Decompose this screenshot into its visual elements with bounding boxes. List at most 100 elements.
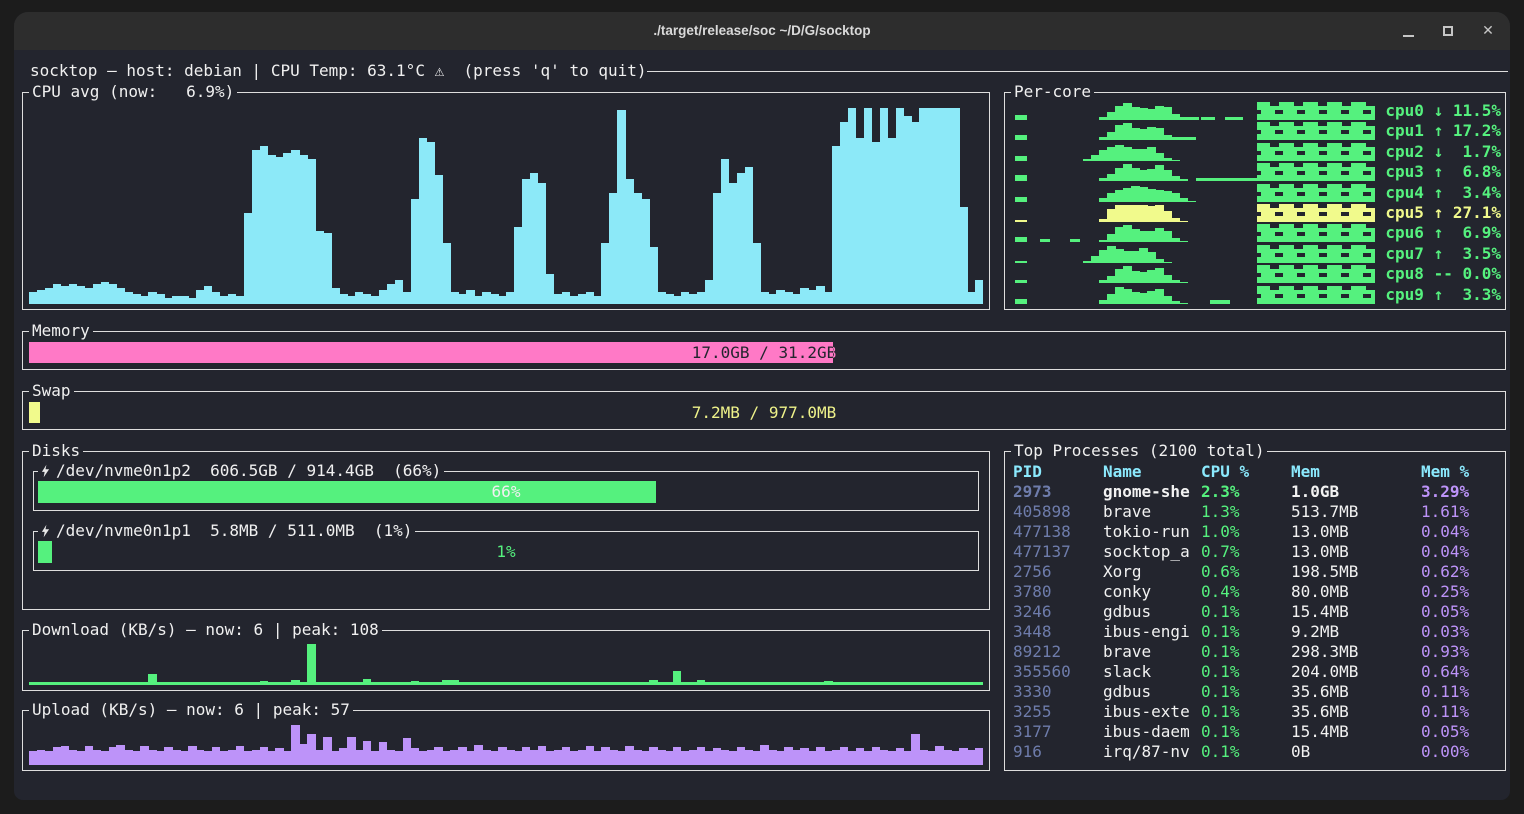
process-cell: 3448: [1013, 622, 1103, 642]
core-sparkline: [1011, 203, 1379, 223]
process-cell: 3780: [1013, 582, 1103, 602]
disk-gauge-label: 66%: [38, 481, 974, 503]
column-header: Mem %: [1421, 462, 1503, 482]
process-cell: 35.6MB: [1291, 702, 1421, 722]
core-sparkline: [1011, 142, 1379, 162]
process-cell: 89212: [1013, 642, 1103, 662]
process-cell: 3330: [1013, 682, 1103, 702]
process-cell: ibus-engi: [1103, 622, 1201, 642]
process-cell: socktop_a: [1103, 542, 1201, 562]
disk-item-label: /dev/nvme0n1p2 606.5GB / 914.4GB (66%): [56, 461, 441, 481]
core-label-cpu7: cpu7 ↑ 3.5%: [1379, 244, 1501, 264]
process-cell: 204.0MB: [1291, 662, 1421, 682]
process-cell: 477137: [1013, 542, 1103, 562]
disk-gauge: 1%: [38, 541, 974, 563]
process-cell: 13.0MB: [1291, 542, 1421, 562]
maximize-button[interactable]: [1440, 23, 1456, 39]
swap-gauge-label: 7.2MB / 977.0MB: [29, 402, 1499, 423]
column-header: Name: [1103, 462, 1201, 482]
core-row-cpu7: cpu7 ↑ 3.5%: [1011, 244, 1501, 264]
disks-panel: Disks /dev/nvme0n1p2 606.5GB / 914.4GB (…: [22, 451, 990, 610]
cpu-avg-title: CPU avg (now: 6.9%): [29, 82, 237, 102]
disks-title: Disks: [29, 441, 83, 461]
terminal-window: ./target/release/soc ~/D/G/socktop ✕ soc…: [14, 12, 1510, 800]
core-label-cpu4: cpu4 ↑ 3.4%: [1379, 183, 1501, 203]
disk-item-nvme0n1p2: /dev/nvme0n1p2 606.5GB / 914.4GB (66%) 6…: [33, 471, 979, 511]
core-sparkline: [1011, 183, 1379, 203]
core-sparkline: [1011, 264, 1379, 284]
core-sparkline: [1011, 121, 1379, 141]
core-sparkline: [1011, 285, 1379, 305]
core-label-cpu1: cpu1 ↑ 17.2%: [1379, 121, 1501, 141]
process-cell: 0.6%: [1201, 562, 1291, 582]
process-cell: 2756: [1013, 562, 1103, 582]
process-row: 355560slack0.1%204.0MB0.64%: [1013, 662, 1503, 682]
process-cell: 1.3%: [1201, 502, 1291, 522]
process-cell: 80.0MB: [1291, 582, 1421, 602]
cpu-avg-panel: CPU avg (now: 6.9%): [22, 92, 990, 310]
core-sparkline: [1011, 101, 1379, 121]
top-processes-title: Top Processes (2100 total): [1011, 441, 1267, 461]
close-icon: ✕: [1482, 23, 1494, 39]
process-cell: 2.3%: [1201, 482, 1291, 502]
disk-gauge-label: 1%: [38, 541, 974, 563]
window-controls: ✕: [1400, 12, 1496, 50]
process-cell: brave: [1103, 502, 1201, 522]
disk-icon: [41, 464, 50, 478]
process-cell: 0.11%: [1421, 702, 1503, 722]
app-status-text: socktop — host: debian | CPU Temp: 63.1°…: [30, 61, 647, 80]
process-row: 3246gdbus0.1%15.4MB0.05%: [1013, 602, 1503, 622]
process-cell: 9.2MB: [1291, 622, 1421, 642]
memory-gauge: 17.0GB / 31.2GB 17.0GB / 31.2GB: [29, 342, 1499, 363]
memory-title: Memory: [29, 321, 93, 341]
process-cell: 298.3MB: [1291, 642, 1421, 662]
process-cell: 1.61%: [1421, 502, 1503, 522]
disk-item-title: /dev/nvme0n1p2 606.5GB / 914.4GB (66%): [38, 461, 444, 481]
process-cell: 3177: [1013, 722, 1103, 742]
core-label-cpu2: cpu2 ↓ 1.7%: [1379, 142, 1501, 162]
download-title: Download (KB/s) — now: 6 | peak: 108: [29, 620, 382, 640]
core-row-cpu6: cpu6 ↑ 6.9%: [1011, 223, 1501, 243]
close-button[interactable]: ✕: [1480, 23, 1496, 39]
disk-icon: [41, 524, 50, 538]
top-processes-panel: Top Processes (2100 total) PIDNameCPU %M…: [1004, 451, 1506, 771]
header-rule: [647, 71, 1509, 72]
process-row: 3448ibus-engi0.1%9.2MB0.03%: [1013, 622, 1503, 642]
disk-gauge: 66%: [38, 481, 974, 503]
process-row: 916irq/87-nv0.1%0B0.00%: [1013, 742, 1503, 762]
process-cell: 0.00%: [1421, 742, 1503, 762]
process-cell: gdbus: [1103, 682, 1201, 702]
maximize-icon: [1443, 26, 1453, 36]
process-cell: Xorg: [1103, 562, 1201, 582]
swap-title: Swap: [29, 381, 74, 401]
process-cell: 15.4MB: [1291, 722, 1421, 742]
minimize-button[interactable]: [1400, 23, 1416, 39]
process-cell: 198.5MB: [1291, 562, 1421, 582]
column-header: CPU %: [1201, 462, 1291, 482]
process-cell: 0.62%: [1421, 562, 1503, 582]
process-cell: 0B: [1291, 742, 1421, 762]
process-cell: 0.04%: [1421, 522, 1503, 542]
process-cell: 13.0MB: [1291, 522, 1421, 542]
column-header: PID: [1013, 462, 1103, 482]
process-cell: ibus-daem: [1103, 722, 1201, 742]
process-row: 3330gdbus0.1%35.6MB0.11%: [1013, 682, 1503, 702]
process-cell: conky: [1103, 582, 1201, 602]
process-cell: 0.25%: [1421, 582, 1503, 602]
process-row: 405898brave1.3%513.7MB1.61%: [1013, 502, 1503, 522]
process-cell: 3255: [1013, 702, 1103, 722]
titlebar[interactable]: ./target/release/soc ~/D/G/socktop ✕: [14, 12, 1510, 50]
process-cell: 0.11%: [1421, 682, 1503, 702]
cpu-avg-chart: [29, 102, 983, 304]
disk-item-title: /dev/nvme0n1p1 5.8MB / 511.0MB (1%): [38, 521, 415, 541]
core-label-cpu0: cpu0 ↓ 11.5%: [1379, 101, 1501, 121]
swap-gauge: 7.2MB / 977.0MB: [29, 402, 1499, 423]
disk-item-nvme0n1p1: /dev/nvme0n1p1 5.8MB / 511.0MB (1%) 1%: [33, 531, 979, 571]
process-cell: 0.1%: [1201, 642, 1291, 662]
minimize-icon: [1403, 35, 1414, 37]
process-cell: 0.4%: [1201, 582, 1291, 602]
process-cell: 0.05%: [1421, 602, 1503, 622]
core-label-cpu8: cpu8 -- 0.0%: [1379, 264, 1501, 284]
disk-item-label: /dev/nvme0n1p1 5.8MB / 511.0MB (1%): [56, 521, 412, 541]
process-row: 3780conky0.4%80.0MB0.25%: [1013, 582, 1503, 602]
